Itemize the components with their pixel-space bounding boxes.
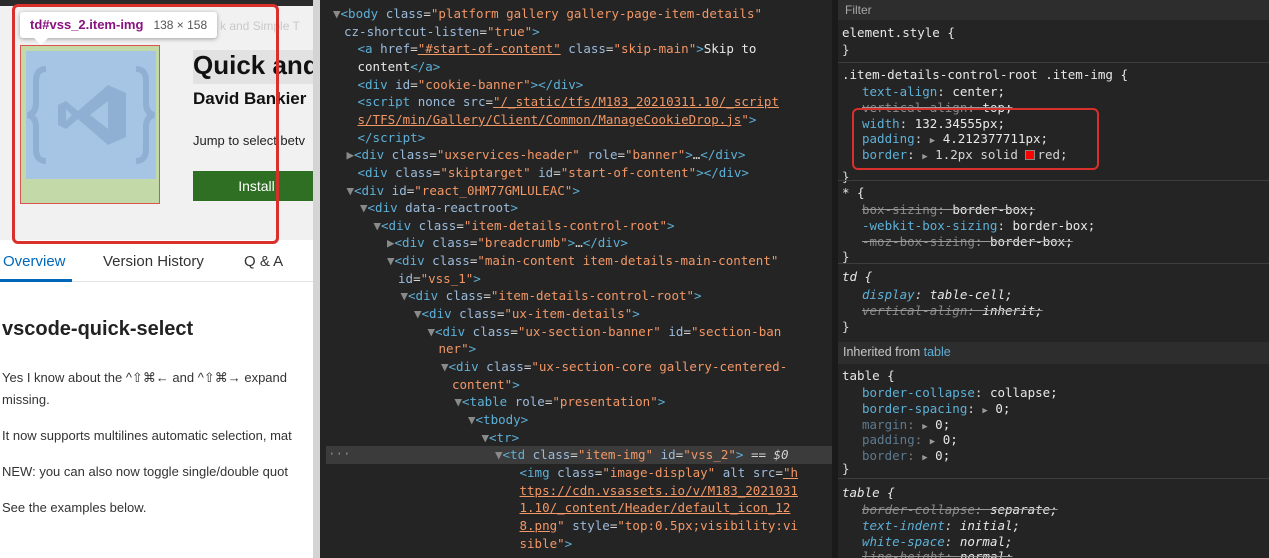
inherited-element-link[interactable]: table [924, 345, 951, 359]
rule-divider [838, 180, 1269, 181]
rule3-selector: td { [842, 269, 873, 284]
dom-node-line[interactable]: ▼<body class="platform gallery gallery-p… [333, 5, 762, 22]
expand-toggle-icon[interactable]: ▼ [428, 324, 436, 339]
dom-node-line[interactable]: content"> [452, 376, 520, 393]
element-style-selector: element.style { [842, 25, 955, 40]
dom-node-line[interactable]: ▶<div class="breadcrumb">…</div> [387, 234, 628, 251]
dom-node-line[interactable]: ▼<div class="item-details-control-root"> [374, 217, 675, 234]
expand-toggle-icon[interactable]: ▶ [347, 147, 355, 162]
content-title: vscode-quick-select [2, 318, 194, 340]
expand-toggle-icon[interactable]: ▶ [387, 235, 395, 250]
dom-node-line[interactable]: ▼<table role="presentation"> [455, 393, 666, 410]
rule5-selector: table { [842, 485, 895, 500]
dom-node-line[interactable]: cz-shortcut-listen="true"> [344, 23, 540, 40]
css-declaration[interactable]: vertical-align: inherit; [862, 302, 1043, 319]
css-declaration[interactable]: border-collapse: collapse; [862, 384, 1058, 401]
expand-toggle-icon[interactable]: ▼ [374, 218, 382, 233]
dom-node-line[interactable]: sible"> [520, 535, 573, 552]
rule-close: } [842, 319, 850, 334]
expand-toggle-icon[interactable]: ▼ [495, 447, 503, 462]
dom-node-line[interactable]: ▼<tr> [482, 429, 520, 446]
dom-node-line[interactable]: ▼<td class="item-img" id="vss_2"> == $0 [495, 446, 789, 463]
dom-node-line[interactable]: id="vss_1"> [398, 270, 481, 287]
dom-node-line[interactable]: <div id="cookie-banner"></div> [358, 76, 584, 93]
tab-overview[interactable]: Overview [3, 253, 66, 270]
dom-node-line[interactable]: 8.png" style="top:0.5px;visibility:vi [520, 517, 799, 534]
expand-shorthand-icon[interactable]: ▶ [930, 437, 935, 447]
css-declaration[interactable]: text-align: center; [862, 83, 1005, 100]
styles-filter-input[interactable]: Filter [838, 0, 1269, 20]
dom-node-line[interactable]: <div class="skiptarget" id="start-of-con… [358, 164, 749, 181]
dom-node-line[interactable]: ▼<div class="ux-section-banner" id="sect… [428, 323, 782, 340]
dom-node-line[interactable]: ▼<div data-reactroot> [360, 199, 518, 216]
paragraph-1-cont: missing. [2, 392, 50, 407]
rule1-selector: .item-details-control-root .item-img { [842, 67, 1128, 82]
paragraph-3: NEW: you can also now toggle single/doub… [2, 464, 288, 479]
dom-node-line[interactable]: ▼<div class="item-details-control-root"> [401, 287, 702, 304]
expand-toggle-icon[interactable]: ▼ [333, 6, 341, 21]
element-style-rule: element.style { [842, 24, 955, 41]
expand-toggle-icon[interactable]: ▼ [401, 288, 409, 303]
expand-shorthand-icon[interactable]: ▶ [982, 406, 987, 416]
dom-node-line[interactable]: content</a> [358, 58, 441, 75]
dom-node-line[interactable]: ▼<tbody> [468, 411, 528, 428]
rule-close: } [842, 461, 850, 476]
dom-node-line[interactable]: ▶<div class="uxservices-header" role="ba… [347, 146, 746, 163]
tab-q-and-a[interactable]: Q & A [244, 253, 283, 270]
rule-close: } [842, 42, 850, 57]
expand-toggle-icon[interactable]: ▼ [482, 430, 490, 445]
page-preview: td#vss_2.item-img 138 × 158 k and Simple … [0, 0, 320, 558]
dom-node-line[interactable]: <img class="image-display" alt src="h [520, 464, 799, 481]
css-declaration[interactable]: white-space: normal; [862, 533, 1013, 550]
inherited-from-header: Inherited from table [838, 342, 1269, 364]
css-declaration[interactable]: border-collapse: separate; [862, 501, 1058, 518]
css-declaration[interactable]: -moz-box-sizing: border-box; [862, 233, 1073, 250]
css-declaration[interactable]: text-indent: initial; [862, 517, 1020, 534]
active-tab-indicator [0, 279, 72, 282]
dom-node-line[interactable]: ner"> [439, 340, 477, 357]
dom-node-line[interactable]: ▼<div class="ux-item-details"> [414, 305, 640, 322]
expand-shorthand-icon[interactable]: ▶ [922, 422, 927, 432]
annotation-frame-preview [12, 4, 279, 244]
dom-node-line[interactable]: <script nonce src="/_static/tfs/M183_202… [358, 93, 779, 110]
dom-node-line[interactable]: ▼<div id="react_0HM77GMLULEAC"> [347, 182, 580, 199]
annotation-frame-styles [852, 108, 1099, 170]
expand-shorthand-icon[interactable]: ▶ [922, 453, 927, 463]
elements-panel: ▼<body class="platform gallery gallery-p… [326, 0, 832, 558]
rule-close: } [842, 169, 850, 184]
selected-node-ellipsis-icon[interactable]: ··· [328, 445, 351, 462]
expand-toggle-icon[interactable]: ▼ [441, 359, 449, 374]
dom-node-line[interactable]: <a href="#start-of-content" class="skip-… [358, 40, 757, 57]
rule4-selector: table { [842, 368, 895, 383]
expand-toggle-icon[interactable]: ▼ [414, 306, 422, 321]
dom-node-line[interactable]: 1.10/_content/Header/default_icon_12 [520, 499, 791, 516]
dom-node-line[interactable]: ▼<div class="ux-section-core gallery-cen… [441, 358, 787, 375]
rule-divider [838, 263, 1269, 264]
page-scrollbar[interactable] [313, 0, 320, 558]
styles-panel: Filter element.style { } .item-details-c… [838, 0, 1269, 558]
css-declaration[interactable]: -webkit-box-sizing: border-box; [862, 217, 1095, 234]
rule-divider [838, 62, 1269, 63]
expand-toggle-icon[interactable]: ▼ [347, 183, 355, 198]
css-declaration[interactable]: box-sizing: border-box; [862, 201, 1035, 218]
details-tabs: Overview Version History Q & A [0, 244, 320, 282]
expand-toggle-icon[interactable]: ▼ [468, 412, 476, 427]
inherited-label: Inherited from [843, 345, 921, 359]
dom-node-line[interactable]: ▼<div class="main-content item-details-m… [387, 252, 778, 269]
expand-toggle-icon[interactable]: ▼ [387, 253, 395, 268]
rule-divider [838, 478, 1269, 479]
css-declaration[interactable]: display: table-cell; [862, 286, 1013, 303]
paragraph-1: Yes I know about the ^⇧⌘← and ^⇧⌘→ expan… [2, 370, 287, 385]
rule2-selector: * { [842, 185, 865, 200]
css-declaration[interactable]: line-height: normal; [862, 548, 1013, 558]
dom-node-line[interactable]: s/TFS/min/Gallery/Client/Common/ManageCo… [358, 111, 757, 128]
dom-node-line[interactable]: ttps://cdn.vsassets.io/v/M183_2021031 [520, 482, 798, 499]
tab-version-history[interactable]: Version History [103, 253, 204, 270]
dom-node-line[interactable]: </script> [358, 129, 426, 146]
paragraph-4: See the examples below. [2, 500, 147, 515]
css-declaration[interactable]: border: ▶ 0; [862, 447, 950, 467]
expand-toggle-icon[interactable]: ▼ [455, 394, 463, 409]
paragraph-2: It now supports multilines automatic sel… [2, 428, 292, 443]
expand-toggle-icon[interactable]: ▼ [360, 200, 368, 215]
